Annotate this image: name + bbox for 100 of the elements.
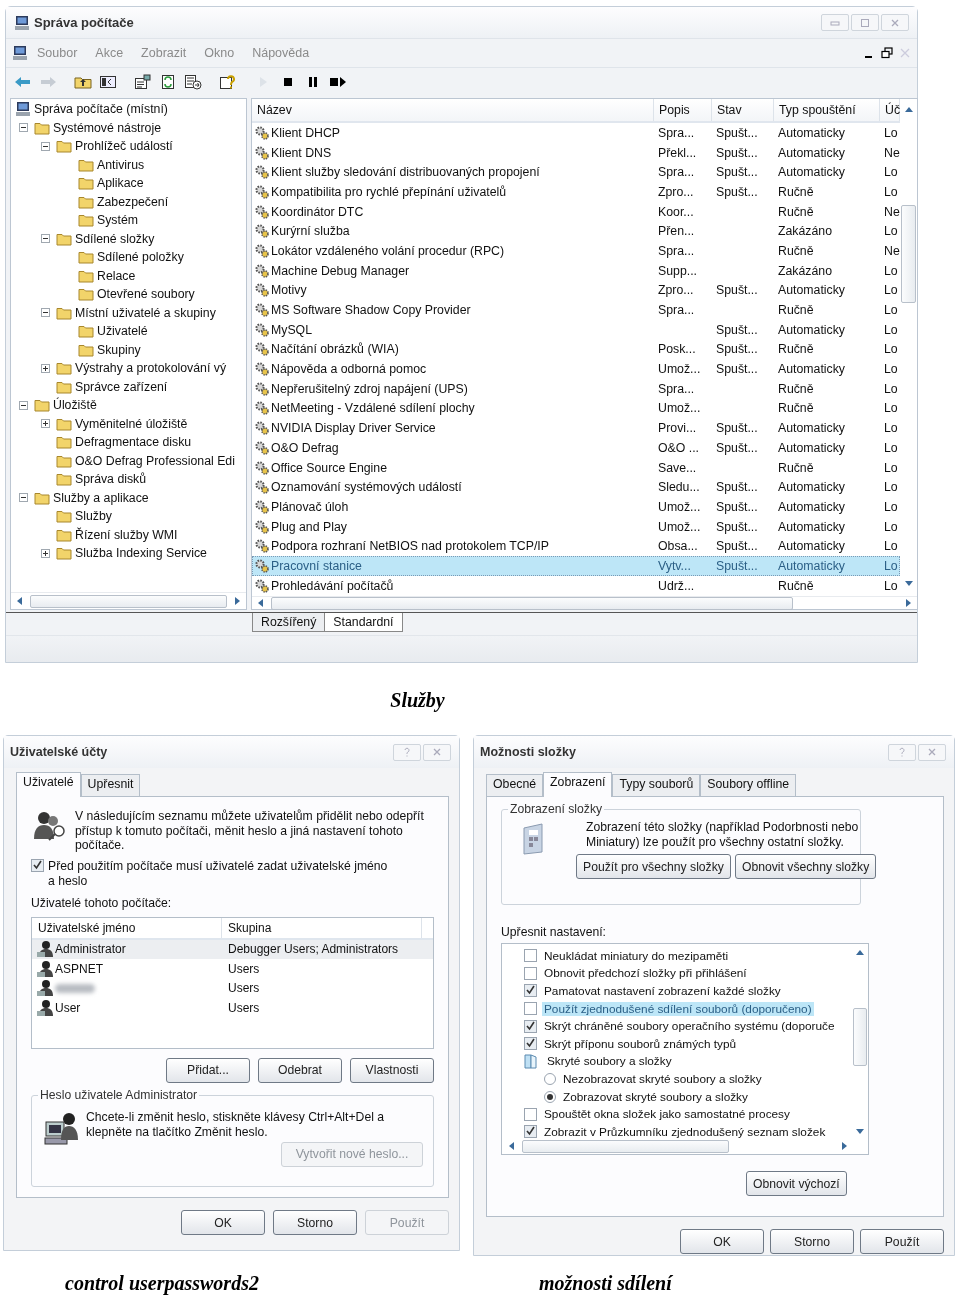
scroll-left-icon[interactable] xyxy=(508,1142,516,1150)
table-row[interactable]: MySQL Spušt... Automaticky Lo xyxy=(252,319,900,340)
table-row[interactable]: Kurýrní služba Přen... Zakázáno Lo xyxy=(252,221,900,242)
setting-option[interactable]: Zobrazit v Průzkumníku zjednodušený seznam složek xyxy=(542,1124,828,1139)
tree-item[interactable]: Správce zařízení xyxy=(75,379,168,394)
tree-item[interactable]: Systémové nástroje xyxy=(53,120,161,135)
scrollbar-thumb[interactable] xyxy=(30,594,227,608)
table-row[interactable]: Plug and Play Umož... Spušt... Automaticky Lo xyxy=(252,516,900,537)
help-icon[interactable] xyxy=(219,74,237,90)
table-row[interactable]: Načítání obrázků (WIA) Posk... Spušt... Ručně Lo xyxy=(252,339,900,360)
table-row[interactable]: ASPNET Users xyxy=(32,959,433,979)
scroll-down-icon[interactable] xyxy=(855,1126,865,1136)
tab[interactable]: Obecné xyxy=(486,774,544,796)
radio-button[interactable] xyxy=(544,1072,556,1085)
scroll-left-icon[interactable] xyxy=(257,599,265,607)
table-row[interactable]: Kompatibilita pro rychlé přepínání uživatelů Zpro... Spušt... Ručně Lo xyxy=(252,182,900,202)
column-header[interactable]: Uživatelské jméno xyxy=(32,917,222,938)
setting-option[interactable]: Spouštět okna složek jako samostatné procesy xyxy=(542,1107,792,1122)
scroll-right-icon[interactable] xyxy=(904,599,912,607)
collapse-icon[interactable] xyxy=(41,141,50,151)
table-row[interactable]: NVIDIA Display Driver Service Provi... Spušt... Automaticky Lo xyxy=(252,418,900,438)
table-row[interactable]: Oznamování systémových událostí Sledu... Spušt... Automaticky Lo xyxy=(252,477,900,498)
table-row[interactable]: Motivy Zpro... Spušt... Automaticky Lo xyxy=(252,280,900,301)
tab[interactable]: Zobrazení xyxy=(543,772,613,797)
collapse-icon[interactable] xyxy=(19,123,28,133)
collapse-icon[interactable] xyxy=(41,234,50,244)
table-row[interactable]: Klient DNS Překl... Spušt... Automaticky Ne xyxy=(252,142,900,163)
tab[interactable]: Typy souborů xyxy=(612,774,701,796)
table-row[interactable]: Lokátor vzdáleného volání procedur (RPC) Spra... Ručně Ne xyxy=(252,241,900,261)
tree-item[interactable]: Správa počítače (místní) xyxy=(34,102,168,117)
scrollbar-thumb[interactable] xyxy=(853,1008,867,1066)
scroll-right-icon[interactable] xyxy=(840,1142,848,1150)
table-row[interactable]: Plánovač úloh Umož... Spušt... Automaticky Lo xyxy=(252,497,900,517)
table-row[interactable]: Nepřerušitelný zdroj napájení (UPS) Spra... Ručně Lo xyxy=(252,378,900,399)
tree-item[interactable]: Systém xyxy=(97,213,138,228)
setting-option[interactable]: Skrýt chráněné soubory operačního systému (doporuče xyxy=(542,1019,837,1034)
table-row[interactable]: Machine Debug Manager Supp... Zakázáno Lo xyxy=(252,260,900,281)
tree-item[interactable]: Řízení služby WMI xyxy=(75,527,178,542)
tree-item[interactable]: Výstrahy a protokolování vý xyxy=(75,361,227,376)
tree-item[interactable]: Sdílené složky xyxy=(75,231,155,246)
column-header[interactable]: Popis xyxy=(654,99,712,121)
checkbox[interactable] xyxy=(524,984,537,998)
collapse-icon[interactable] xyxy=(19,400,28,410)
table-row[interactable]: Pracovní stanice Vytv... Spušt... Automaticky Lo xyxy=(252,556,900,576)
collapse-icon[interactable] xyxy=(19,493,28,503)
table-row[interactable]: Prohledávání počítačů Udrž... Ručně Lo xyxy=(252,575,900,596)
checkbox[interactable] xyxy=(524,1125,537,1139)
tree-item[interactable]: Správa disků xyxy=(75,472,147,487)
tree-item[interactable]: Služba Indexing Service xyxy=(75,546,207,561)
table-row[interactable]: Office Source Engine Save... Ručně Lo xyxy=(252,457,900,478)
restore-icon[interactable] xyxy=(881,47,893,59)
scroll-right-icon[interactable] xyxy=(233,597,241,605)
tab[interactable]: Rozšířený xyxy=(252,613,326,632)
tree-item[interactable]: Vyměnitelné úložiště xyxy=(75,416,188,431)
dialog-button[interactable]: Storno xyxy=(770,1229,854,1254)
tree-item[interactable]: Místní uživatelé a skupiny xyxy=(75,305,216,320)
restart-icon[interactable] xyxy=(329,74,347,90)
scroll-up-icon[interactable] xyxy=(903,105,914,115)
checkbox[interactable] xyxy=(524,949,537,963)
checkbox[interactable] xyxy=(524,1019,537,1033)
expand-icon[interactable] xyxy=(41,419,50,429)
tree-item[interactable]: Otevřené soubory xyxy=(97,287,195,302)
table-row[interactable]: Administrator Debugger Users; Administrators xyxy=(32,939,433,959)
tree-item[interactable]: Zabezpečení xyxy=(97,194,169,209)
collapse-icon[interactable] xyxy=(41,308,50,318)
setting-option[interactable]: Skryté soubory a složky xyxy=(545,1054,674,1069)
column-header[interactable]: Úč xyxy=(880,99,900,121)
setting-option[interactable]: Skrýt příponu souborů známých typů xyxy=(542,1036,739,1051)
table-row[interactable]: User Users xyxy=(32,998,433,1018)
checkbox[interactable] xyxy=(524,1037,537,1051)
properties-icon[interactable] xyxy=(134,74,152,90)
dialog-button[interactable]: Storno xyxy=(273,1210,357,1235)
column-header[interactable]: Stav xyxy=(712,99,774,121)
column-header[interactable]: Typ spouštění xyxy=(774,99,880,121)
table-row[interactable]: NetMeeting - Vzdálené sdílení plochy Umož... Ručně Lo xyxy=(252,398,900,419)
table-row[interactable]: Klient DHCP Spra... Spušt... Automaticky Lo xyxy=(252,123,900,143)
tree-item[interactable]: Skupiny xyxy=(97,342,141,357)
table-row[interactable]: Nápověda a odborná pomoc Umož... Spušt... Automaticky Lo xyxy=(252,359,900,379)
checkbox-label[interactable]: Před použitím počítače musí uživatelé zadat uživatelské jméno a heslo xyxy=(48,858,388,889)
setting-option[interactable]: Pamatovat nastavení zobrazení každé složky xyxy=(542,984,783,998)
folder-up-icon[interactable] xyxy=(74,74,92,90)
tab[interactable]: Uživatelé xyxy=(16,772,81,797)
scrollbar-thumb[interactable] xyxy=(271,596,793,610)
checkbox[interactable] xyxy=(524,966,537,980)
panel-icon[interactable] xyxy=(99,74,117,90)
tree-item[interactable]: O&O Defrag Professional Edi xyxy=(75,453,235,468)
action-button[interactable]: Použít pro všechny složky xyxy=(576,854,731,879)
table-row[interactable]: Users xyxy=(32,978,433,998)
expand-icon[interactable] xyxy=(41,363,50,373)
tab[interactable]: Upřesnit xyxy=(80,774,141,796)
export-list-icon[interactable] xyxy=(184,74,202,90)
action-button[interactable]: Obnovit všechny složky xyxy=(734,854,877,879)
setting-option[interactable]: Zobrazovat skryté soubory a složky xyxy=(561,1089,750,1104)
tree-item[interactable]: Antivirus xyxy=(97,157,145,172)
table-row[interactable]: Klient služby sledování distribuovaných propojení Spra... Spušt... Automaticky Lo xyxy=(252,162,900,183)
checkbox[interactable] xyxy=(524,1107,537,1121)
refresh-icon[interactable] xyxy=(159,74,177,90)
tree-item[interactable]: Sdílené položky xyxy=(97,250,184,265)
setting-option[interactable]: Nezobrazovat skryté soubory a složky xyxy=(561,1071,764,1086)
scroll-up-icon[interactable] xyxy=(855,948,865,958)
